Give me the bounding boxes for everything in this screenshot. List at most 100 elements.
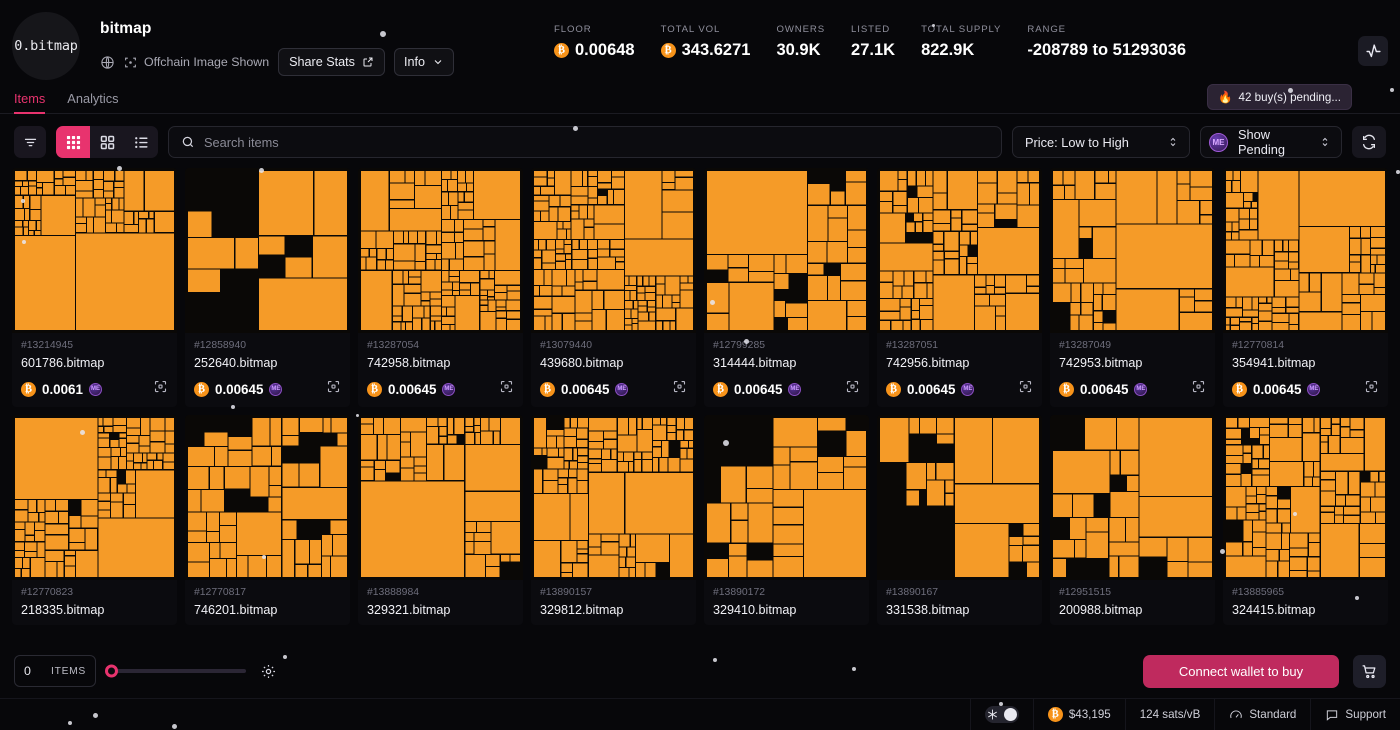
item-price: 0.00645 <box>388 382 436 397</box>
magiceden-icon: ME <box>615 383 628 396</box>
image-frame-icon <box>124 56 137 69</box>
filter-button[interactable] <box>14 126 46 158</box>
view-mode-list[interactable] <box>124 126 158 158</box>
item-card-body: #13888984329321.bitmap <box>358 580 523 625</box>
theme-toggle-cell[interactable] <box>970 699 1033 730</box>
item-inscription-id: #13287049 <box>1059 340 1206 351</box>
item-price-row: ₿0.00645ME <box>367 379 514 399</box>
item-card[interactable]: #13888984329321.bitmap <box>358 415 523 625</box>
pending-buys-badge[interactable]: 🔥 42 buy(s) pending... <box>1207 84 1352 110</box>
fee-mode-value: Standard <box>1249 708 1296 721</box>
item-inscription-id: #13079440 <box>540 340 687 351</box>
item-inscription-id: #13287051 <box>886 340 1033 351</box>
fee-rate-cell[interactable]: 124 sats/vB <box>1125 699 1215 730</box>
theme-toggle[interactable] <box>985 706 1019 723</box>
item-inscription-id: #12770817 <box>194 587 341 598</box>
globe-icon[interactable] <box>100 55 115 70</box>
item-price: 0.00645 <box>1253 382 1301 397</box>
item-price-row: ₿0.00645ME <box>886 379 1033 399</box>
item-thumbnail <box>1223 415 1388 580</box>
tab-items[interactable]: Items <box>14 91 45 113</box>
item-card[interactable]: #12951515200988.bitmap <box>1050 415 1215 625</box>
external-link-icon <box>362 56 374 68</box>
stat-value: -208789 to 51293036 <box>1027 41 1186 60</box>
expand-icon[interactable] <box>326 379 341 399</box>
chevron-updown-icon <box>1167 136 1179 148</box>
item-card[interactable]: #13890157329812.bitmap <box>531 415 696 625</box>
refresh-icon <box>1361 134 1377 150</box>
item-inscription-id: #12799285 <box>713 340 860 351</box>
tab-analytics[interactable]: Analytics <box>67 91 118 113</box>
item-thumbnail <box>877 415 1042 580</box>
sort-select[interactable]: Price: Low to High <box>1012 126 1190 158</box>
filter-icon <box>23 135 38 150</box>
support-cell[interactable]: Support <box>1310 699 1400 730</box>
gear-icon[interactable] <box>260 663 277 680</box>
expand-icon[interactable] <box>153 379 168 399</box>
info-dropdown-button[interactable]: Info <box>394 48 454 76</box>
item-card[interactable]: #13890172329410.bitmap <box>704 415 869 625</box>
item-price-row: ₿0.0061ME <box>21 379 168 399</box>
item-card[interactable]: #12770817746201.bitmap <box>185 415 350 625</box>
magiceden-icon: ME <box>89 383 102 396</box>
connect-wallet-label: Connect wallet to buy <box>1179 664 1303 679</box>
fee-mode-cell[interactable]: Standard <box>1214 699 1310 730</box>
item-thumbnail <box>358 168 523 333</box>
item-inscription-id: #12770823 <box>21 587 168 598</box>
item-price-row: ₿0.00645ME <box>1232 379 1379 399</box>
expand-icon[interactable] <box>1191 379 1206 399</box>
item-thumbnail <box>704 168 869 333</box>
item-card[interactable]: #12858940252640.bitmap₿0.00645ME <box>185 168 350 407</box>
item-card-body: #13287051 742956.bitmap ₿0.00645ME <box>877 333 1042 407</box>
item-card[interactable]: #13287049742953.bitmap₿0.00645ME <box>1050 168 1215 407</box>
collection-title: bitmap <box>100 20 454 38</box>
stat-label: RANGE <box>1027 24 1186 35</box>
view-mode-grid-large[interactable] <box>90 126 124 158</box>
item-card[interactable]: #13214945601786.bitmap₿0.0061ME <box>12 168 177 407</box>
items-count-box[interactable]: 0 ITEMS <box>14 655 96 687</box>
item-card[interactable]: #13079440439680.bitmap₿0.00645ME <box>531 168 696 407</box>
refresh-button[interactable] <box>1352 126 1386 158</box>
connect-wallet-button[interactable]: Connect wallet to buy <box>1143 655 1339 688</box>
pending-filter-select[interactable]: ME Show Pending <box>1200 126 1342 158</box>
item-thumbnail <box>531 168 696 333</box>
stat-value: 343.6271 <box>682 41 751 60</box>
expand-icon[interactable] <box>672 379 687 399</box>
shopping-cart-icon <box>1361 663 1378 680</box>
item-card[interactable]: #13287054742958.bitmap₿0.00645ME <box>358 168 523 407</box>
item-card[interactable]: #13287051 742956.bitmap ₿0.00645ME <box>877 168 1042 407</box>
item-inscription-id: #12858940 <box>194 340 341 351</box>
grid-dense-icon <box>66 135 81 150</box>
magiceden-icon: ME <box>1209 133 1228 152</box>
item-card[interactable]: #13885965324415.bitmap <box>1223 415 1388 625</box>
share-stats-button[interactable]: Share Stats <box>278 48 385 76</box>
expand-icon[interactable] <box>1018 379 1033 399</box>
search-icon <box>181 135 195 149</box>
item-price-row: ₿0.00645ME <box>194 379 341 399</box>
cart-button[interactable] <box>1353 655 1386 688</box>
expand-icon[interactable] <box>499 379 514 399</box>
item-name: 742956.bitmap <box>886 356 1033 370</box>
btc-price-cell[interactable]: ₿ $43,195 <box>1033 699 1125 730</box>
expand-icon[interactable] <box>1364 379 1379 399</box>
stat-value: 27.1K <box>851 41 895 60</box>
quantity-slider[interactable] <box>110 669 246 673</box>
bitcoin-icon: ₿ <box>194 382 209 397</box>
item-inscription-id: #13888984 <box>367 587 514 598</box>
item-card[interactable]: #12770814354941.bitmap₿0.00645ME <box>1223 168 1388 407</box>
item-card-body: #13079440439680.bitmap₿0.00645ME <box>531 333 696 407</box>
activity-button[interactable] <box>1358 36 1388 66</box>
view-mode-grid-dense[interactable] <box>56 126 90 158</box>
item-card[interactable]: #12799285314444.bitmap₿0.00645ME <box>704 168 869 407</box>
item-name: 200988.bitmap <box>1059 603 1206 617</box>
item-inscription-id: #13287054 <box>367 340 514 351</box>
item-card[interactable]: #12770823218335.bitmap <box>12 415 177 625</box>
bitcoin-icon: ₿ <box>713 382 728 397</box>
item-card[interactable]: #13890167331538.bitmap <box>877 415 1042 625</box>
search-bar[interactable] <box>168 126 1002 158</box>
slider-knob[interactable] <box>105 665 118 678</box>
stat-label: LISTED <box>851 24 895 35</box>
expand-icon[interactable] <box>845 379 860 399</box>
search-input[interactable] <box>204 135 989 150</box>
fire-icon: 🔥 <box>1218 90 1232 104</box>
